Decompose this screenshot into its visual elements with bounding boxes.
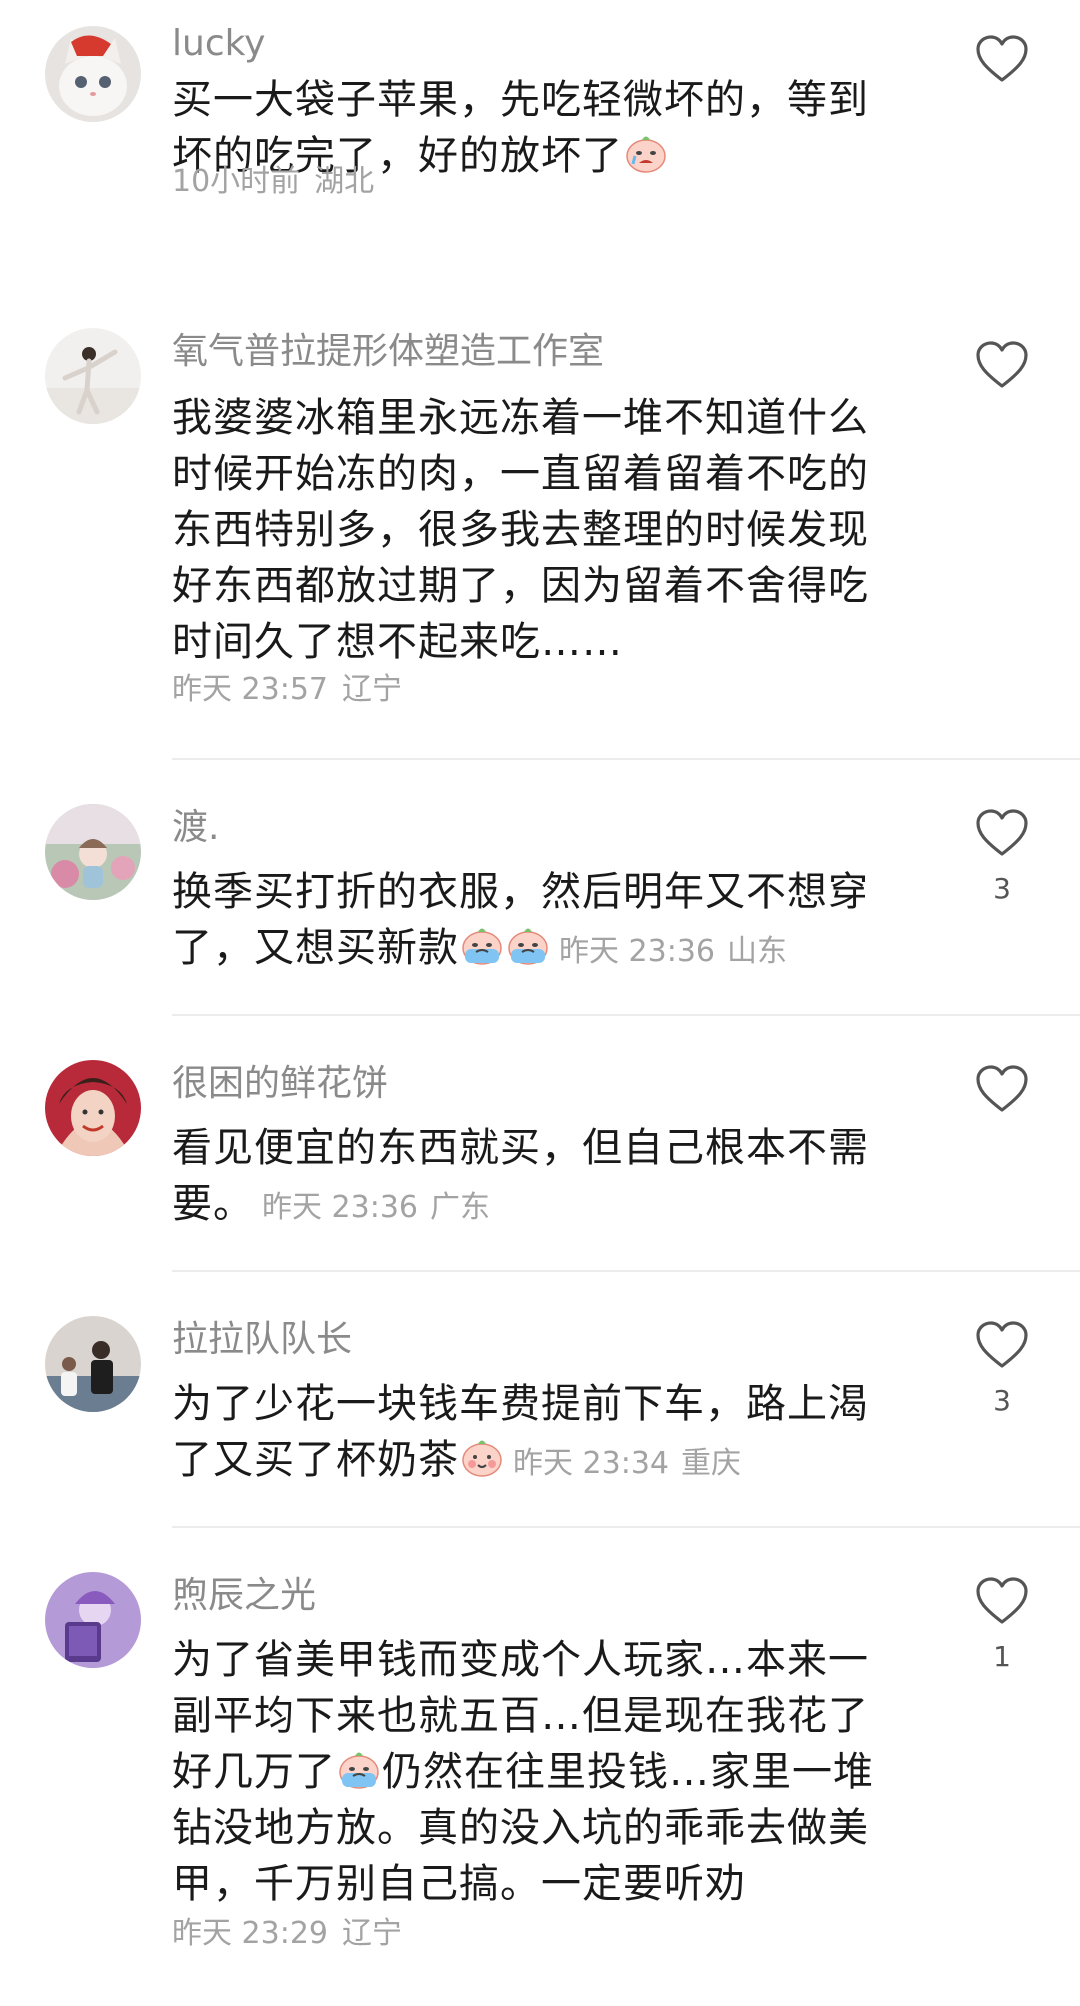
avatar[interactable] (45, 1316, 141, 1412)
username[interactable]: 渡. (172, 806, 219, 850)
divider (172, 758, 1080, 760)
comment-time: 昨天 23:34 (513, 1446, 669, 1481)
comment-meta: 昨天 23:36 山东 (559, 934, 787, 969)
comment-meta: 昨天 23:36 广东 (262, 1190, 490, 1225)
comment-text: 看见便宜的东西就买，但自己根本不需要。 昨天 23:36 广东 (172, 1120, 892, 1236)
avatar[interactable] (45, 1060, 141, 1156)
comment-location: 山东 (727, 934, 787, 969)
like-heart-icon[interactable] (975, 34, 1029, 84)
comment-meta: 昨天 23:57 辽宁 (172, 670, 402, 710)
username[interactable]: 很困的鲜花饼 (172, 1062, 388, 1106)
comment-text: 为了省美甲钱而变成个人玩家…本来一副平均下来也就五百…但是现在我花了好几万了 仍然… (172, 1632, 892, 1912)
avatar[interactable] (45, 26, 141, 122)
comment-time: 10小时前 (172, 164, 301, 199)
like-heart-icon[interactable] (975, 1064, 1029, 1114)
like-count: 3 (993, 872, 1011, 905)
avatar[interactable] (45, 1572, 141, 1668)
crying-face-emoji (624, 131, 668, 175)
comment-location: 重庆 (681, 1446, 741, 1481)
like-heart-icon[interactable] (975, 340, 1029, 390)
divider (172, 1014, 1080, 1016)
like-heart-icon[interactable] (975, 1576, 1029, 1626)
shy-face-emoji (460, 1435, 504, 1479)
like-count: 3 (993, 1384, 1011, 1417)
avatar[interactable] (45, 804, 141, 900)
comment-text: 我婆婆冰箱里永远冻着一堆不知道什么时候开始冻的肉，一直留着留着不吃的东西特别多，… (172, 390, 892, 670)
comment-location: 湖北 (314, 164, 375, 199)
comment-time: 昨天 23:36 (559, 934, 715, 969)
crying-blue-face-emoji (337, 1747, 381, 1791)
comment-meta: 10小时前 湖北 (172, 162, 374, 202)
comment-location: 辽宁 (342, 672, 402, 707)
username[interactable]: 氧气普拉提形体塑造工作室 (172, 330, 604, 374)
crying-blue-face-emoji (460, 923, 504, 967)
avatar[interactable] (45, 328, 141, 424)
comment-text: 换季买打折的衣服，然后明年又不想穿了，又想买新款 昨天 23:36 山东 (172, 864, 912, 980)
comment-body: 我婆婆冰箱里永远冻着一堆不知道什么时候开始冻的肉，一直留着留着不吃的东西特别多，… (172, 395, 869, 665)
comment-meta: 昨天 23:34 重庆 (513, 1446, 741, 1481)
like-heart-icon[interactable] (975, 808, 1029, 858)
username[interactable]: 煦辰之光 (172, 1574, 316, 1618)
comment-time: 昨天 23:29 (172, 1916, 328, 1951)
comment-text: 为了少花一块钱车费提前下车，路上渴了又买了杯奶茶 昨天 23:34 重庆 (172, 1376, 892, 1492)
divider (172, 1526, 1080, 1528)
crying-blue-face-emoji (506, 923, 550, 967)
username[interactable]: lucky (172, 22, 265, 66)
comment-location: 辽宁 (342, 1916, 402, 1951)
comment-meta: 昨天 23:29 辽宁 (172, 1914, 402, 1954)
comment-time: 昨天 23:57 (172, 672, 328, 707)
comment-location: 广东 (430, 1190, 490, 1225)
comment-time: 昨天 23:36 (262, 1190, 418, 1225)
like-count: 1 (993, 1640, 1011, 1673)
username[interactable]: 拉拉队队长 (172, 1318, 352, 1362)
like-heart-icon[interactable] (975, 1320, 1029, 1370)
divider (172, 1270, 1080, 1272)
